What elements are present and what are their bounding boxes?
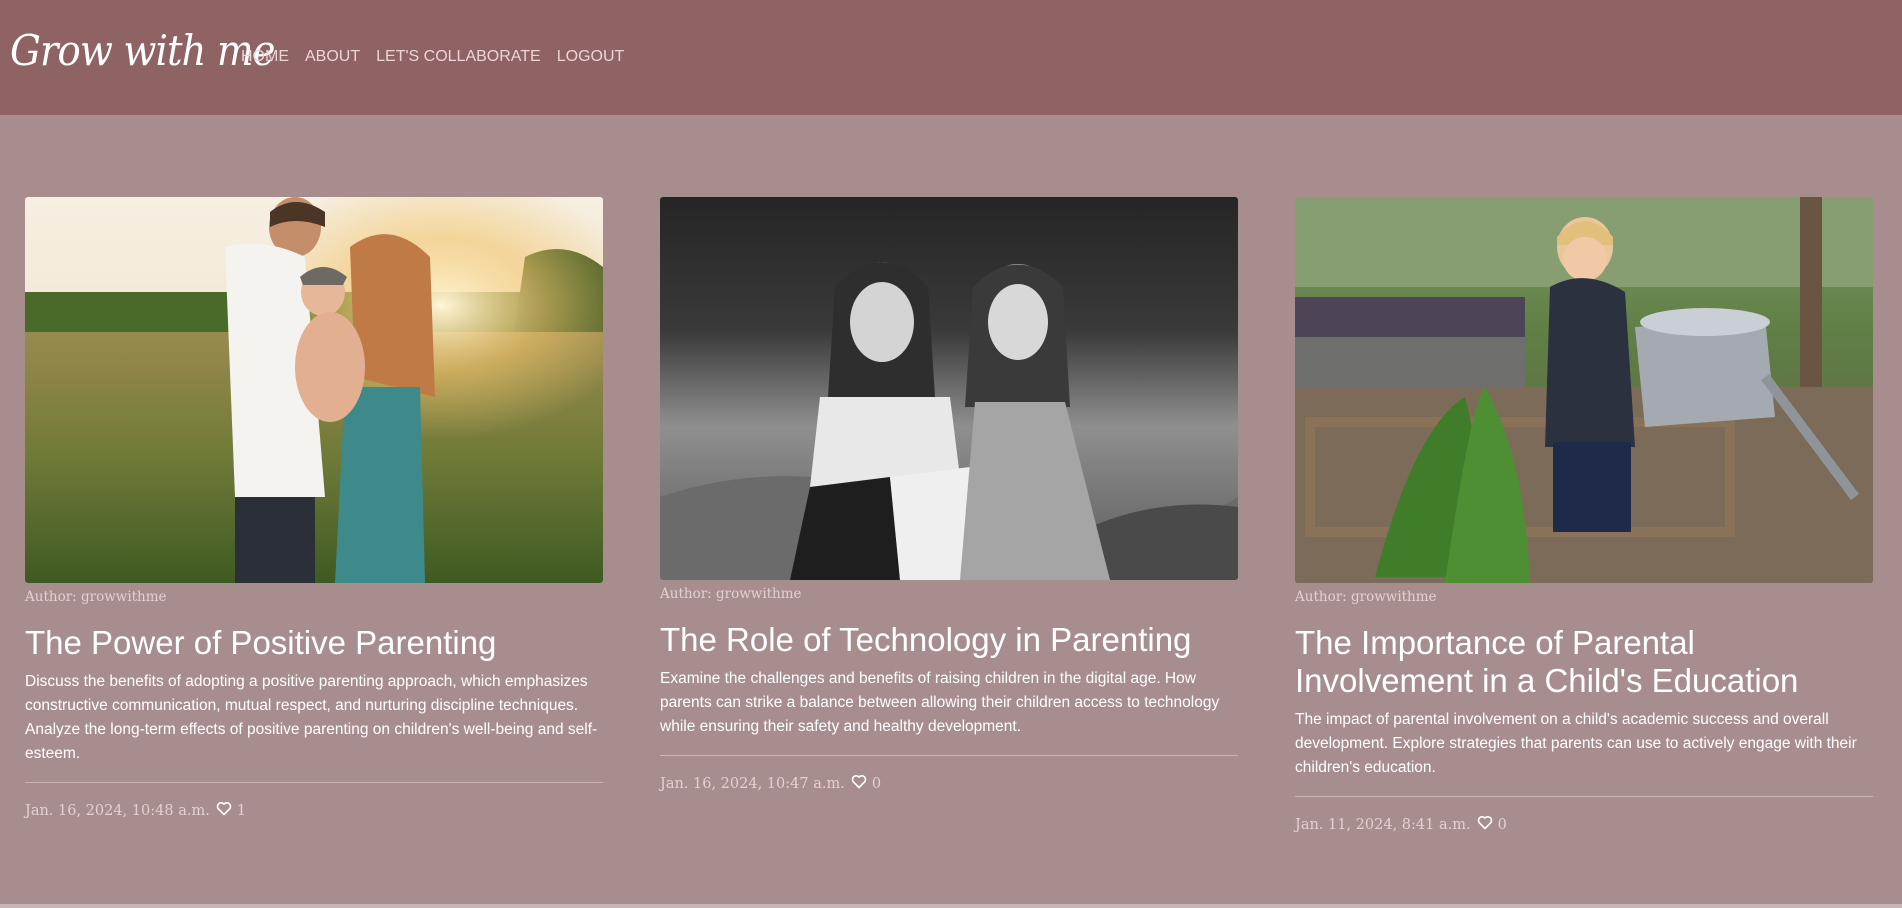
post-description: The impact of parental involvement on a …	[1295, 711, 1857, 776]
post-image-family[interactable]	[25, 197, 603, 583]
post-card: Author: growwithme The Power of Positive…	[25, 197, 603, 820]
garden-photo-icon	[1295, 197, 1873, 583]
brand-logo[interactable]: Grow with me	[10, 26, 275, 75]
post-description: Examine the challenges and benefits of r…	[660, 670, 1220, 735]
divider	[25, 782, 603, 783]
nav-collaborate-link[interactable]: LET'S COLLABORATE	[376, 48, 541, 66]
like-count: 0	[1497, 816, 1507, 833]
post-description: Discuss the benefits of adopting a posit…	[25, 673, 598, 762]
post-meta: Jan. 16, 2024, 10:47 a.m. 0	[660, 774, 1238, 793]
post-date: Jan. 11, 2024, 8:41 a.m.	[1295, 816, 1471, 833]
post-title[interactable]: The Power of Positive Parenting	[25, 624, 603, 662]
divider	[660, 755, 1238, 756]
post-date: Jan. 16, 2024, 10:48 a.m.	[25, 802, 210, 819]
post-author: Author: growwithme	[25, 589, 167, 605]
children-photo-icon	[660, 197, 1238, 580]
like-count: 0	[871, 775, 882, 792]
heart-icon[interactable]	[851, 774, 867, 793]
heart-icon[interactable]	[1477, 815, 1493, 834]
post-title[interactable]: The Importance of Parental Involvement i…	[1295, 624, 1873, 700]
page-bottom-border	[0, 904, 1902, 908]
post-image-children[interactable]	[660, 197, 1238, 580]
post-meta: Jan. 16, 2024, 10:48 a.m. 1	[25, 801, 603, 820]
post-meta: Jan. 11, 2024, 8:41 a.m. 0	[1295, 815, 1873, 834]
post-card: Author: growwithme The Role of Technolog…	[660, 197, 1238, 793]
nav-about-link[interactable]: ABOUT	[305, 48, 360, 66]
post-title[interactable]: The Role of Technology in Parenting	[660, 621, 1238, 659]
heart-icon[interactable]	[216, 801, 232, 820]
nav-home-link[interactable]: HOME	[241, 48, 289, 66]
nav-links: HOME ABOUT LET'S COLLABORATE LOGOUT	[241, 48, 624, 66]
nav-logout-link[interactable]: LOGOUT	[557, 48, 625, 66]
navbar: Grow with me HOME ABOUT LET'S COLLABORAT…	[0, 0, 1902, 115]
post-date: Jan. 16, 2024, 10:47 a.m.	[660, 775, 845, 792]
post-author: Author: growwithme	[1295, 589, 1437, 605]
like-count: 1	[236, 802, 247, 819]
post-author: Author: growwithme	[660, 586, 802, 602]
post-card: Author: growwithme The Importance of Par…	[1295, 197, 1873, 834]
post-image-garden[interactable]	[1295, 197, 1873, 583]
family-photo-icon	[25, 197, 603, 583]
divider	[1295, 796, 1873, 797]
